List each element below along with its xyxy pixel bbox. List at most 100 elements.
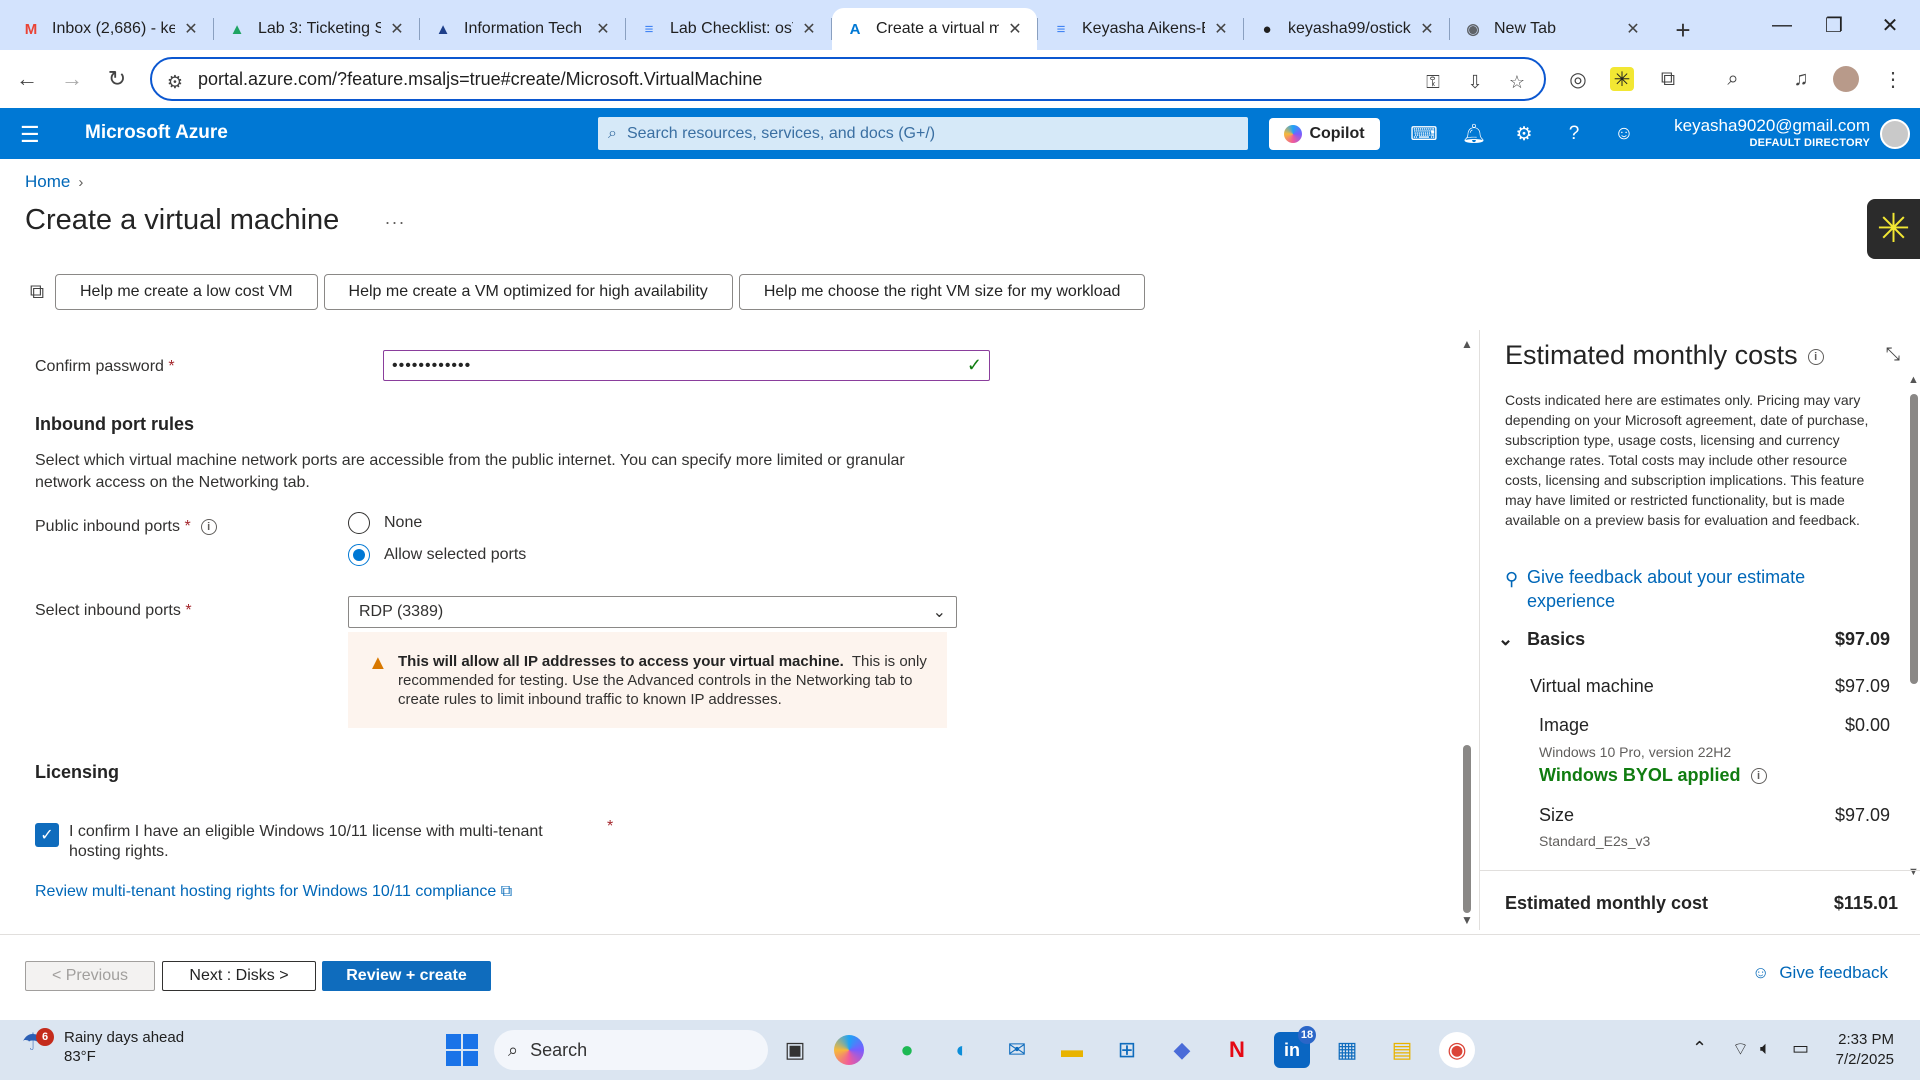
previous-button[interactable]: < Previous	[25, 961, 155, 991]
browser-tab[interactable]: ≡ Keyasha Aikens-E ✕	[1038, 8, 1243, 50]
profile-avatar[interactable]	[1833, 66, 1859, 92]
new-tab-icon[interactable]: +	[1663, 10, 1703, 50]
copilot-app-icon[interactable]	[834, 1035, 864, 1065]
url-input[interactable]: ⚙ portal.azure.com/?feature.msaljs=true#…	[150, 57, 1546, 101]
cost-scrollbar-thumb[interactable]	[1910, 394, 1918, 684]
more-options-icon[interactable]: ...	[385, 208, 406, 229]
radio-none[interactable]: None	[348, 512, 422, 534]
license-checkbox[interactable]: ✓	[35, 823, 59, 847]
browser-tab[interactable]: ▲ Information Tech ✕	[420, 8, 625, 50]
browser-tab[interactable]: ◉ New Tab ✕	[1450, 8, 1655, 50]
account-info[interactable]: keyasha9020@gmail.com DEFAULT DIRECTORY	[1674, 116, 1870, 149]
netflix-icon[interactable]: N	[1219, 1032, 1255, 1068]
install-app-icon[interactable]: ⇩	[1462, 69, 1488, 95]
extension-sparkle-icon[interactable]: ✳	[1610, 67, 1634, 91]
taskbar-search[interactable]: ⌕ Search	[494, 1030, 768, 1070]
cost-panel-scrollbar[interactable]: ▲ ▼	[1908, 374, 1920, 878]
back-icon[interactable]: ←	[10, 62, 44, 96]
next-disks-button[interactable]: Next : Disks >	[162, 961, 316, 991]
maximize-icon[interactable]: ❐	[1806, 0, 1862, 50]
close-tab-icon[interactable]: ✕	[1623, 19, 1643, 39]
weather-widget[interactable]: ☂ 6 Rainy days ahead 83°F	[22, 1028, 184, 1068]
settings-gear-icon[interactable]: ⚙	[1511, 121, 1537, 147]
browser-tab[interactable]: M Inbox (2,686) - ke ✕	[8, 8, 213, 50]
radio-none-circle[interactable]	[348, 512, 370, 534]
task-view-icon[interactable]: ▣	[777, 1032, 813, 1068]
assistant-sparkle-icon[interactable]: ✳	[1867, 199, 1920, 259]
password-key-icon[interactable]: ⚿	[1420, 69, 1446, 95]
close-tab-icon[interactable]: ✕	[1417, 19, 1437, 39]
help-high-availability-button[interactable]: Help me create a VM optimized for high a…	[323, 274, 733, 310]
browser-tab[interactable]: ● keyasha99/ostick ✕	[1244, 8, 1449, 50]
global-search-input[interactable]: ⌕ Search resources, services, and docs (…	[598, 117, 1248, 150]
help-icon[interactable]: ?	[1561, 121, 1587, 147]
browser-tab[interactable]: ▲ Lab 3: Ticketing S ✕	[214, 8, 419, 50]
radio-allow-selected[interactable]: Allow selected ports	[348, 544, 526, 566]
volume-icon[interactable]: 🔈︎	[1760, 1038, 1771, 1059]
copilot-button[interactable]: Copilot	[1269, 118, 1380, 150]
spotify-icon[interactable]: ●	[889, 1032, 925, 1068]
close-tab-icon[interactable]: ✕	[1211, 19, 1231, 39]
help-low-cost-button[interactable]: Help me create a low cost VM	[55, 274, 318, 310]
inbound-ports-select[interactable]: RDP (3389) ⌄	[348, 596, 957, 628]
scroll-up-icon[interactable]: ▲	[1908, 374, 1919, 386]
edge-icon[interactable]: ◐	[944, 1032, 980, 1068]
bookmark-star-icon[interactable]: ☆	[1504, 69, 1530, 95]
feedback-icon[interactable]: ☺	[1611, 121, 1637, 147]
info-icon[interactable]: i	[200, 518, 217, 535]
form-scrollbar-thumb[interactable]	[1463, 745, 1471, 913]
site-info-icon[interactable]: ⚙	[162, 69, 188, 95]
portal-menu-icon[interactable]: ☰	[20, 122, 40, 148]
grammarly-icon[interactable]: ◎	[1563, 64, 1593, 94]
cloud-shell-icon[interactable]: ⌨	[1410, 121, 1437, 147]
battery-icon[interactable]: ▭	[1792, 1038, 1809, 1059]
wifi-icon[interactable]: ⌔	[1732, 1038, 1749, 1061]
file-explorer-icon[interactable]: ▬	[1054, 1032, 1090, 1068]
close-tab-icon[interactable]: ✕	[1005, 19, 1025, 39]
system-clock[interactable]: 2:33 PM 7/2/2025	[1836, 1030, 1894, 1070]
help-vm-size-button[interactable]: Help me choose the right VM size for my …	[738, 274, 1146, 310]
media-controls-icon[interactable]: ♫	[1786, 64, 1816, 94]
scroll-down-icon[interactable]: ▼	[1461, 913, 1473, 927]
info-icon[interactable]: i	[1807, 348, 1824, 365]
azure-brand[interactable]: Microsoft Azure	[85, 122, 228, 144]
show-hidden-icons-icon[interactable]: ⌃	[1692, 1038, 1707, 1059]
scroll-up-icon[interactable]: ▲	[1461, 337, 1473, 351]
reload-icon[interactable]: ↻	[100, 62, 134, 96]
extensions-puzzle-icon[interactable]: ⧉	[1653, 64, 1683, 94]
notifications-bell-icon[interactable]: 🔔︎	[1461, 121, 1487, 147]
confirm-password-input[interactable]: •••••••••••• ✓	[383, 350, 990, 381]
mail-icon[interactable]: ✉	[999, 1032, 1035, 1068]
microsoft-store-icon[interactable]: ⊞	[1109, 1032, 1145, 1068]
estimate-feedback-link[interactable]: ⚲ Give feedback about your estimate expe…	[1505, 565, 1835, 613]
forward-icon[interactable]: →	[55, 62, 89, 96]
notes-app-icon[interactable]: ▤	[1384, 1032, 1420, 1068]
close-tab-icon[interactable]: ✕	[799, 19, 819, 39]
collapse-panel-icon[interactable]: ⤡	[1886, 344, 1900, 365]
browser-tab[interactable]: A Create a virtual m ✕	[832, 8, 1037, 50]
microsoft365-icon[interactable]: ◆	[1164, 1032, 1200, 1068]
breadcrumb-home[interactable]: Home	[25, 172, 70, 191]
close-tab-icon[interactable]: ✕	[181, 19, 201, 39]
calendar-app-icon[interactable]: ▦	[1329, 1032, 1365, 1068]
give-feedback-link[interactable]: ☺ Give feedback	[1752, 963, 1888, 983]
radio-allow-circle[interactable]	[348, 544, 370, 566]
review-create-button[interactable]: Review + create	[322, 961, 491, 991]
browser-menu-icon[interactable]: ⋮	[1878, 64, 1908, 94]
linkedin-icon[interactable]: in 18	[1274, 1026, 1316, 1068]
close-window-icon[interactable]: ✕	[1862, 0, 1918, 50]
license-confirm-text[interactable]: I confirm I have an eligible Windows 10/…	[69, 822, 579, 862]
basics-row[interactable]: ⌄ Basics $97.09	[1480, 629, 1900, 650]
avatar[interactable]	[1880, 119, 1910, 149]
review-hosting-rights-link[interactable]: Review multi-tenant hosting rights for W…	[35, 883, 512, 901]
info-icon[interactable]: i	[1750, 768, 1767, 785]
public-ports-label: Public inbound ports * i	[35, 518, 217, 536]
close-tab-icon[interactable]: ✕	[387, 19, 407, 39]
form-scrollbar[interactable]: ▲ ▼	[1460, 337, 1474, 927]
close-tab-icon[interactable]: ✕	[593, 19, 613, 39]
tab-search-icon[interactable]: ⌕	[1718, 64, 1748, 94]
browser-tab[interactable]: ≡ Lab Checklist: osT ✕	[626, 8, 831, 50]
start-windows-icon[interactable]	[446, 1034, 478, 1066]
minimize-icon[interactable]: —	[1754, 0, 1810, 50]
chrome-icon[interactable]: ◉	[1439, 1032, 1475, 1068]
